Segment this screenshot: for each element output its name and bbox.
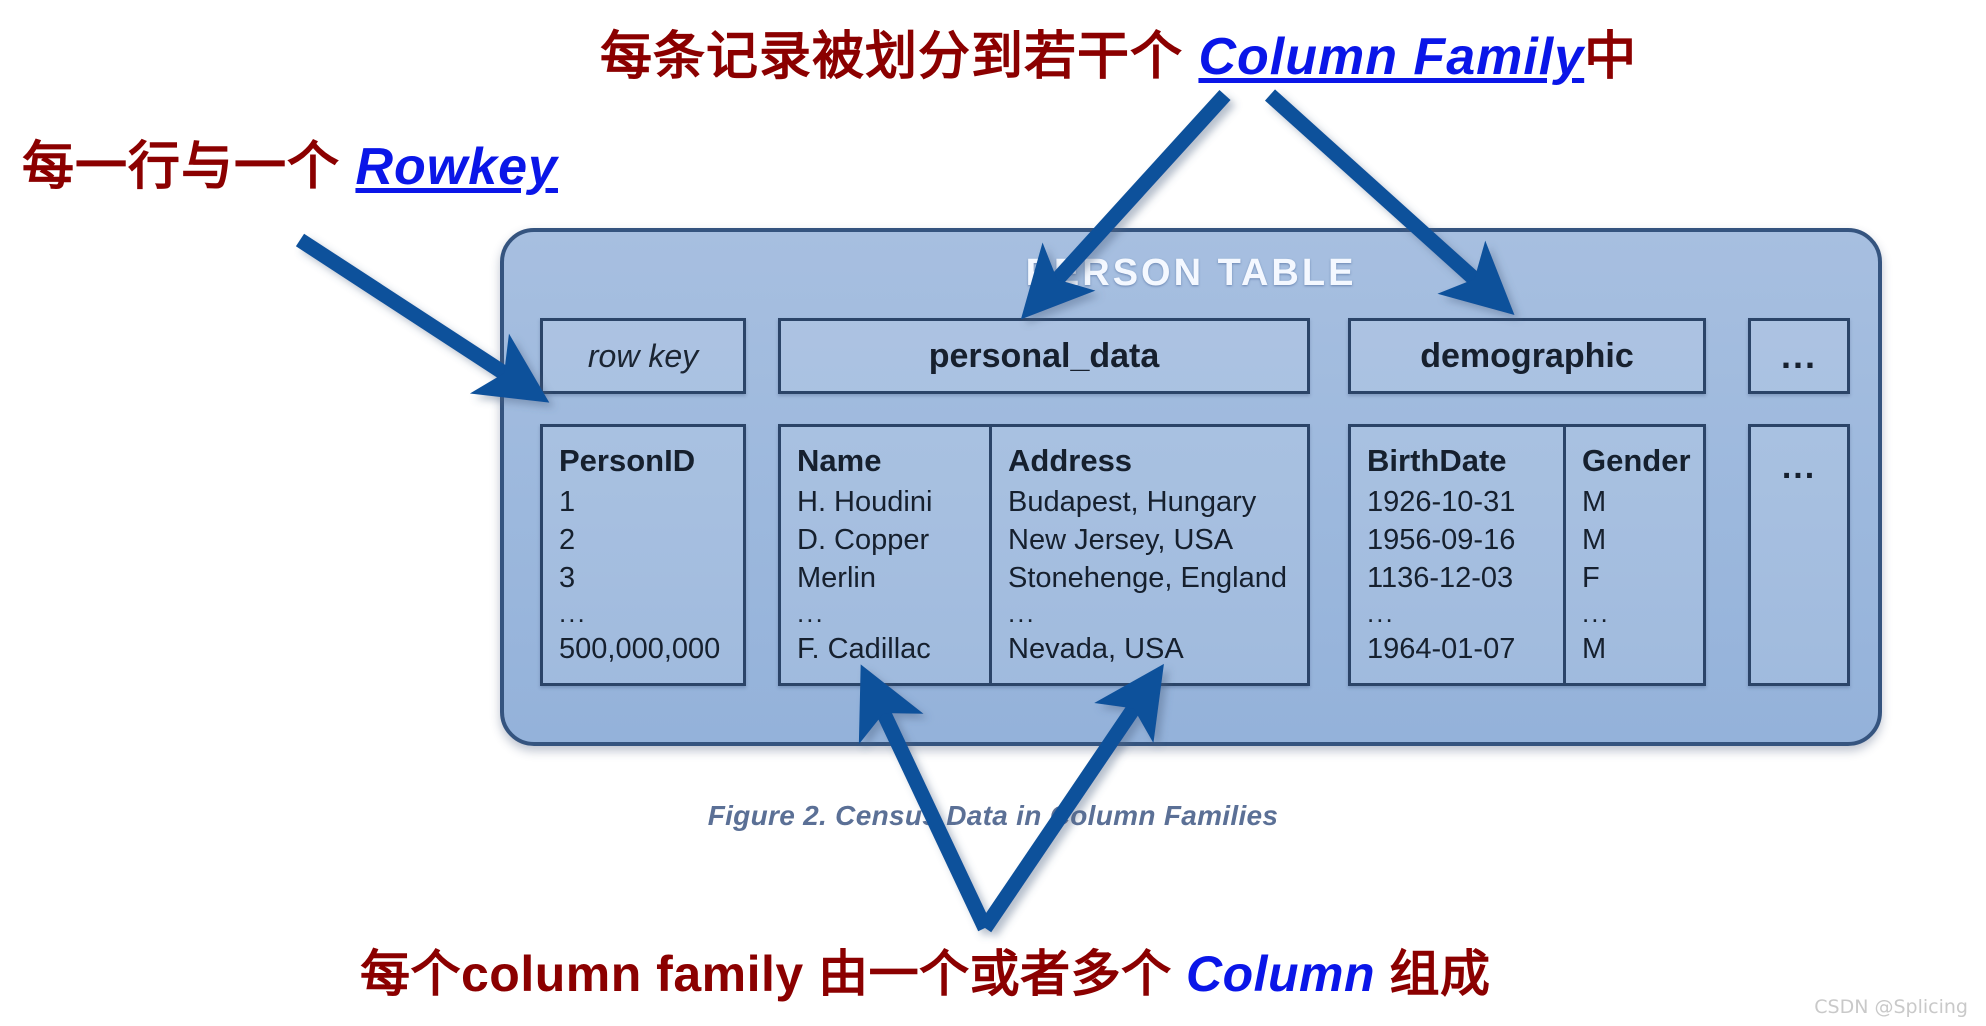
column-address: Address Budapest, Hungary New Jersey, US…	[989, 427, 1313, 683]
cell-value: 500,000,000	[559, 633, 721, 666]
column-header: PersonID	[559, 443, 696, 478]
annotation-left-highlight: Rowkey	[355, 138, 558, 196]
cell-value: M	[1582, 486, 1607, 519]
cell-value: Stonehenge, England	[1008, 561, 1287, 594]
cell-ellipsis: ...	[1008, 598, 1036, 629]
watermark: CSDN @Splicing	[1814, 996, 1968, 1018]
cell-value: D. Copper	[797, 523, 930, 556]
column-family-header-label: personal_data	[928, 336, 1160, 375]
cell-value: 1926-10-31	[1367, 486, 1516, 519]
column-family-header-label: row key	[587, 337, 699, 374]
person-table-panel: PERSON TABLE row key personal_data demog…	[500, 228, 1882, 746]
column-header: Gender	[1582, 443, 1691, 478]
cell-value: M	[1582, 523, 1607, 556]
column-person-id: PersonID 1 2 3 ... 500,000,000	[543, 427, 749, 683]
cell-ellipsis: ...	[1781, 448, 1817, 486]
cell-value: 1964-01-07	[1367, 633, 1516, 666]
cell-value: New Jersey, USA	[1008, 523, 1234, 556]
data-box-row-key: PersonID 1 2 3 ... 500,000,000	[540, 424, 746, 686]
column-family-header-more: ...	[1748, 318, 1850, 394]
annotation-bottom-highlight: Column	[1185, 946, 1376, 1002]
annotation-top-highlight: Column Family	[1198, 28, 1585, 86]
cell-value: Nevada, USA	[1008, 633, 1184, 666]
annotation-left-prefix: 每一行与一个	[22, 138, 356, 196]
cell-value: M	[1582, 633, 1607, 666]
data-box-more: ...	[1748, 424, 1850, 686]
cell-ellipsis: ...	[559, 598, 587, 629]
column-family-header-label: ...	[1780, 335, 1817, 376]
annotation-bottom-suffix: 组成	[1375, 946, 1491, 1002]
column-family-header-row-key: row key	[540, 318, 746, 394]
cell-value: F. Cadillac	[797, 633, 931, 666]
cell-value: Merlin	[797, 561, 876, 594]
column-family-header-demographic: demographic	[1348, 318, 1706, 394]
cell-value: F	[1582, 561, 1600, 594]
column-header: Address	[1008, 443, 1133, 478]
annotation-bottom-prefix: 每个column family 由一个或者多个	[360, 946, 1186, 1002]
annotation-top-suffix: 中	[1584, 28, 1638, 86]
data-box-personal-data: Name H. Houdini D. Copper Merlin ... F. …	[778, 424, 1310, 686]
column-gender: Gender M M F ... M	[1563, 427, 1709, 683]
column-name: Name H. Houdini D. Copper Merlin ... F. …	[781, 427, 989, 683]
cell-value: 1	[559, 486, 576, 519]
column-header: Name	[797, 443, 882, 478]
arrow-rowkey	[295, 233, 550, 403]
annotation-top: 每条记录被划分到若干个 Column Family中	[600, 14, 1637, 89]
annotation-left: 每一行与一个 Rowkey	[22, 124, 558, 199]
panel-title: PERSON TABLE	[1025, 252, 1357, 294]
cell-value: 1136-12-03	[1367, 561, 1514, 594]
cell-value: 3	[559, 561, 576, 594]
cell-value: 1956-09-16	[1367, 523, 1516, 556]
column-family-header-label: demographic	[1420, 336, 1634, 375]
cell-value: H. Houdini	[797, 486, 933, 519]
annotation-top-prefix: 每条记录被划分到若干个	[600, 28, 1199, 86]
column-header: BirthDate	[1367, 443, 1507, 478]
column-birthdate: BirthDate 1926-10-31 1956-09-16 1136-12-…	[1351, 427, 1563, 683]
column-family-header-personal-data: personal_data	[778, 318, 1310, 394]
cell-value: Budapest, Hungary	[1008, 486, 1257, 519]
cell-ellipsis: ...	[1367, 598, 1395, 629]
cell-ellipsis: ...	[797, 598, 825, 629]
cell-value: 2	[559, 523, 576, 556]
data-box-demographic: BirthDate 1926-10-31 1956-09-16 1136-12-…	[1348, 424, 1706, 686]
figure-caption: Figure 2. Census Data in Column Families	[707, 800, 1279, 831]
slide-canvas: 每条记录被划分到若干个 Column Family中 每一行与一个 Rowkey…	[0, 0, 1986, 1026]
cell-ellipsis: ...	[1582, 598, 1610, 629]
annotation-bottom: 每个column family 由一个或者多个 Column 组成	[360, 934, 1490, 1006]
